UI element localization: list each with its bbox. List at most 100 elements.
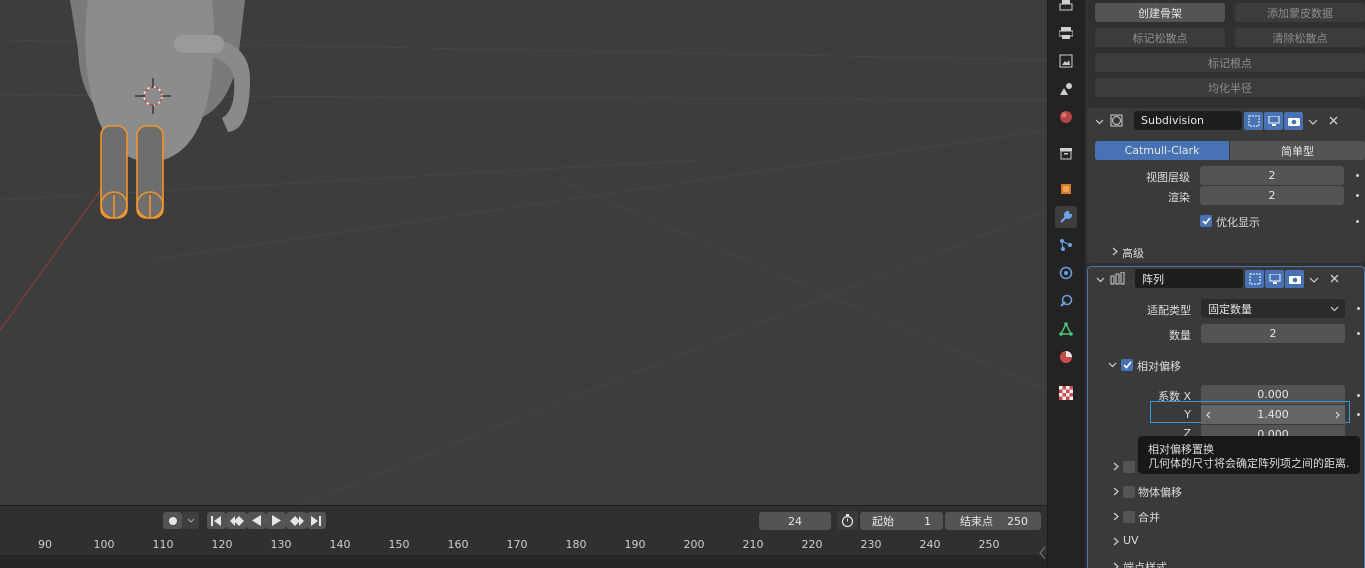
viewport-display-toggle[interactable] <box>1264 112 1283 130</box>
chevron-down-icon[interactable] <box>1096 277 1105 283</box>
render-levels-label: 渲染 <box>1168 191 1190 204</box>
subdivision-name-field[interactable]: Subdivision <box>1134 111 1242 130</box>
create-skeleton-button[interactable]: 创建骨架 <box>1095 3 1225 22</box>
tab-scene[interactable] <box>1055 78 1077 100</box>
tab-physics[interactable] <box>1055 262 1077 284</box>
close-icon[interactable] <box>1329 116 1338 125</box>
physics-icon <box>1059 266 1073 280</box>
tab-object[interactable] <box>1055 178 1077 200</box>
chevron-right-icon[interactable] <box>1112 247 1118 256</box>
ruler-tick-label: 240 <box>919 538 941 551</box>
tab-collection[interactable] <box>1055 142 1077 164</box>
tab-world[interactable] <box>1055 106 1077 128</box>
catmull-clark-tab[interactable]: Catmull-Clark <box>1095 141 1229 160</box>
material-icon <box>1060 351 1072 363</box>
tab-particles[interactable] <box>1055 234 1077 256</box>
edit-mode-icon <box>1249 273 1260 285</box>
close-icon[interactable] <box>1330 274 1339 283</box>
tab-constraints[interactable] <box>1055 290 1077 312</box>
camera-icon <box>1288 276 1301 284</box>
mark-loose-button[interactable]: 标记松散点 <box>1095 28 1225 47</box>
timeline-track[interactable] <box>0 555 1047 568</box>
jump-start-button[interactable] <box>207 512 226 529</box>
viewport-display-toggle[interactable] <box>1265 270 1284 288</box>
keyframe-dot[interactable] <box>1357 394 1360 397</box>
equalize-radius-button[interactable]: 均化半径 <box>1095 78 1365 97</box>
chevron-right-icon[interactable] <box>1113 512 1119 521</box>
3d-viewport[interactable] <box>0 0 1047 505</box>
tab-modifiers[interactable] <box>1055 206 1077 228</box>
relative-offset-checkbox[interactable] <box>1121 359 1133 371</box>
chevron-right-icon[interactable] <box>1113 487 1119 496</box>
jump-end-button[interactable] <box>307 512 326 529</box>
chevron-right-icon[interactable] <box>1113 537 1119 546</box>
increment-arrow-icon[interactable] <box>1335 411 1340 419</box>
current-frame-field[interactable]: 24 <box>759 512 831 530</box>
uv-section-label[interactable]: UV <box>1123 534 1139 547</box>
optimize-display-checkbox[interactable] <box>1200 215 1212 227</box>
auto-key-dropdown[interactable] <box>182 512 199 529</box>
keyframe-dot[interactable] <box>1356 220 1359 223</box>
prev-keyframe-button[interactable] <box>226 512 247 529</box>
preview-range-button[interactable] <box>837 511 858 530</box>
start-frame-value: 1 <box>924 514 931 528</box>
count-field[interactable]: 2 <box>1201 324 1345 343</box>
mark-root-label: 标记根点 <box>1208 56 1252 70</box>
array-name-field[interactable]: 阵列 <box>1135 269 1243 288</box>
render-levels-value: 2 <box>1268 189 1276 202</box>
factor-x-value: 0.000 <box>1257 388 1289 401</box>
simple-tab[interactable]: 简单型 <box>1230 141 1365 160</box>
chevron-right-icon[interactable] <box>1113 562 1119 568</box>
add-skin-data-label: 添加蒙皮数据 <box>1267 6 1333 20</box>
chevron-right-icon[interactable] <box>1113 462 1119 471</box>
scene-icon <box>1060 83 1072 95</box>
record-keyframe-button[interactable] <box>163 512 182 529</box>
checker-icon <box>1059 386 1073 400</box>
dropdown-chevron-icon[interactable] <box>1309 277 1319 283</box>
advanced-section-label[interactable]: 高级 <box>1122 245 1144 261</box>
tab-material[interactable] <box>1055 346 1077 368</box>
clear-loose-button[interactable]: 清除松散点 <box>1235 28 1365 47</box>
keyframe-dot[interactable] <box>1356 194 1359 197</box>
ruler-tick-label: 100 <box>93 538 115 551</box>
tab-texture[interactable] <box>1055 382 1077 404</box>
start-frame-field[interactable]: 起始 1 <box>860 512 943 530</box>
keyframe-dot[interactable] <box>1357 307 1360 310</box>
chevron-down-icon[interactable] <box>1108 362 1117 368</box>
ruler-tick-label: 180 <box>565 538 587 551</box>
add-skin-data-button[interactable]: 添加蒙皮数据 <box>1235 3 1365 22</box>
end-frame-field[interactable]: 结束点 250 <box>945 512 1041 530</box>
keyframe-dot[interactable] <box>1357 332 1360 335</box>
object-offset-checkbox[interactable] <box>1123 486 1135 498</box>
chevron-down-icon[interactable] <box>1095 119 1104 125</box>
edit-mode-toggle[interactable] <box>1244 112 1263 130</box>
render-levels-field[interactable]: 2 <box>1200 186 1344 205</box>
checkmark-icon <box>1122 361 1132 369</box>
edit-mode-toggle[interactable] <box>1245 270 1264 288</box>
tab-view-layer[interactable] <box>1055 50 1077 72</box>
mark-root-button[interactable]: 标记根点 <box>1095 53 1365 72</box>
decrement-arrow-icon[interactable] <box>1206 411 1211 419</box>
tab-data[interactable] <box>1055 318 1077 340</box>
play-button[interactable] <box>266 512 286 529</box>
next-keyframe-button[interactable] <box>286 512 307 529</box>
ruler-tick-label: 160 <box>447 538 469 551</box>
tooltip-title: 相对偏移置换 <box>1148 443 1214 456</box>
tab-render[interactable] <box>1055 22 1077 44</box>
render-toggle[interactable] <box>1284 112 1303 130</box>
factor-y-field[interactable]: 1.400 <box>1201 405 1345 424</box>
timeline-ruler[interactable]: 90 100 110 120 130 140 150 160 170 180 190 200 210 22… <box>0 535 1047 555</box>
keyframe-dot[interactable] <box>1357 413 1360 416</box>
merge-checkbox[interactable] <box>1123 511 1135 523</box>
viewport-levels-field[interactable]: 2 <box>1200 166 1344 185</box>
render-toggle[interactable] <box>1285 270 1304 288</box>
simple-label: 简单型 <box>1281 144 1314 158</box>
fit-type-dropdown[interactable]: 固定数量 <box>1201 299 1345 318</box>
caps-section-label[interactable]: 端点样式 <box>1123 559 1167 568</box>
play-reverse-button[interactable] <box>247 512 266 529</box>
tab-output[interactable] <box>1055 0 1077 17</box>
constant-offset-checkbox[interactable] <box>1123 461 1135 473</box>
dropdown-chevron-icon[interactable] <box>1308 119 1318 125</box>
relative-offset-label: 相对偏移 <box>1137 360 1181 373</box>
keyframe-dot[interactable] <box>1356 174 1359 177</box>
